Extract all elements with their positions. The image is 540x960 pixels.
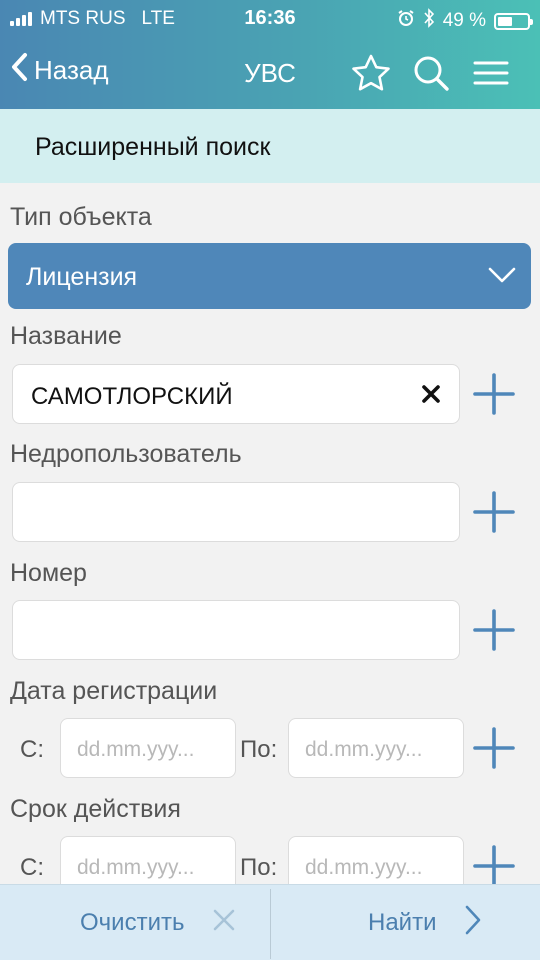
clear-label: Очистить	[80, 909, 185, 936]
registration-from-input[interactable]: dd.mm.yyy...	[60, 718, 236, 778]
registration-from-placeholder: dd.mm.yyy...	[77, 738, 195, 761]
star-icon[interactable]	[350, 52, 392, 94]
validity-to-placeholder: dd.mm.yyy...	[305, 856, 423, 879]
validity-from-label: С:	[20, 854, 44, 881]
nav-bar: Назад УВС	[0, 44, 540, 102]
bluetooth-icon	[423, 8, 435, 34]
name-label: Название	[10, 322, 122, 350]
chevron-right-icon	[464, 904, 482, 943]
registration-date-label: Дата регистрации	[10, 677, 218, 705]
add-number-button[interactable]	[470, 606, 518, 654]
subsoil-user-input[interactable]	[12, 482, 460, 542]
validity-label: Срок действия	[10, 795, 181, 823]
object-type-label: Тип объекта	[10, 203, 152, 231]
object-type-select[interactable]: Лицензия	[8, 243, 531, 309]
plus-icon	[473, 491, 515, 533]
name-value: САМОТЛОРСКИЙ	[31, 383, 233, 410]
advanced-search-header: Расширенный поиск	[0, 109, 540, 183]
find-button[interactable]: Найти	[368, 885, 482, 960]
subsoil-user-label: Недропользователь	[10, 440, 242, 468]
app-header: MTS RUS LTE 16:36 49 % Назад УВС	[0, 0, 540, 109]
footer-divider	[270, 889, 271, 959]
close-icon	[212, 908, 236, 939]
plus-icon	[473, 609, 515, 651]
add-registration-date-button[interactable]	[470, 724, 518, 772]
search-icon[interactable]	[410, 52, 452, 94]
add-name-button[interactable]	[470, 370, 518, 418]
plus-icon	[473, 845, 515, 887]
footer-toolbar: Очистить Найти	[0, 884, 540, 960]
alarm-icon	[397, 9, 415, 33]
registration-to-label: По:	[240, 736, 278, 763]
status-bar: MTS RUS LTE 16:36 49 %	[0, 0, 540, 36]
add-subsoil-user-button[interactable]	[470, 488, 518, 536]
advanced-search-title: Расширенный поиск	[35, 133, 271, 161]
validity-from-placeholder: dd.mm.yyy...	[77, 856, 195, 879]
registration-from-label: С:	[20, 736, 44, 763]
find-label: Найти	[368, 909, 437, 936]
registration-to-input[interactable]: dd.mm.yyy...	[288, 718, 464, 778]
object-type-value: Лицензия	[26, 263, 138, 291]
registration-to-placeholder: dd.mm.yyy...	[305, 738, 423, 761]
battery-percent: 49 %	[442, 10, 486, 31]
validity-to-label: По:	[240, 854, 278, 881]
battery-icon	[494, 12, 533, 30]
clear-button[interactable]: Очистить	[80, 885, 236, 960]
add-validity-button[interactable]	[470, 842, 518, 890]
name-input[interactable]: САМОТЛОРСКИЙ	[12, 364, 460, 424]
clear-name-icon[interactable]	[421, 383, 441, 411]
number-input[interactable]	[12, 600, 460, 660]
number-label: Номер	[10, 559, 87, 587]
chevron-down-icon	[487, 263, 517, 292]
menu-icon[interactable]	[470, 52, 512, 94]
plus-icon	[473, 373, 515, 415]
plus-icon	[473, 727, 515, 769]
